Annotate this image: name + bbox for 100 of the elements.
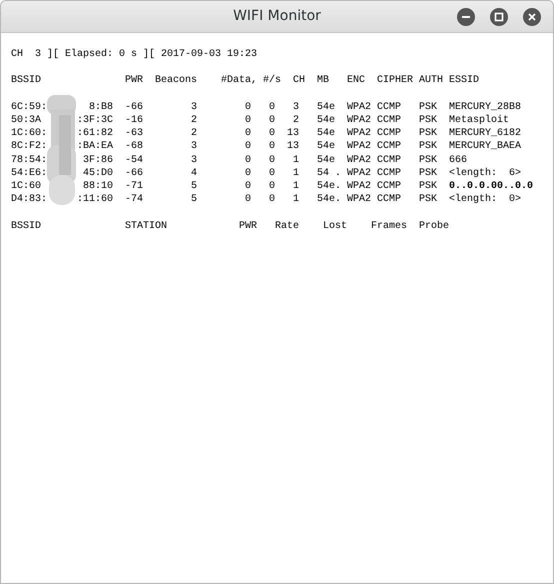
bssid-cell: :3F:3C (77, 114, 114, 128)
table-cell-text: -71 (125, 180, 144, 194)
table-cell-text: PSK (419, 154, 438, 167)
minimize-button[interactable] (457, 8, 475, 26)
table-cell-text: WPA2 (347, 127, 372, 140)
column-header: CH (293, 74, 306, 88)
table-cell-text: 0 (268, 193, 276, 206)
maximize-button[interactable] (490, 8, 508, 26)
table-cell-text: -66 (125, 166, 144, 180)
table-cell-text: WPA2 (347, 154, 372, 167)
table-cell-text: MERCURY_6182 (449, 127, 522, 140)
table-cell-text: CCMP (377, 140, 402, 154)
bssid-cell: 88:10 (83, 180, 114, 194)
table-cell-text: 0 (268, 100, 276, 114)
table-cell-text: 54e (316, 140, 336, 154)
table-cell-text: 0 (244, 114, 252, 128)
table-cell-text: 5 (190, 193, 198, 206)
table-cell-text: 1 (292, 180, 300, 194)
table-cell-text: 54e. (316, 180, 342, 194)
column-header: Lost (323, 220, 348, 233)
table-cell-text: 3 (190, 100, 198, 114)
column-header: Probe (419, 220, 450, 233)
column-header: Frames (371, 220, 408, 233)
table-cell-text: CCMP (377, 180, 402, 194)
table-cell-text: 0 (244, 100, 252, 114)
column-header: #/s (263, 74, 282, 88)
table-cell-text: -63 (125, 127, 144, 140)
table-cell-text: WPA2 (347, 193, 372, 206)
table-cell-text: PSK (419, 180, 438, 194)
table-cell-text: PSK (419, 100, 438, 114)
table-cell-text: 1 (292, 154, 300, 167)
close-button[interactable] (523, 8, 541, 26)
bssid-cell: 50:3A (11, 114, 42, 128)
bssid-cell: 8:B8 (89, 100, 114, 114)
table-cell-text: 0 (244, 180, 252, 194)
table-cell-text: CCMP (377, 127, 402, 140)
bssid-cell: D4:83: (11, 193, 48, 206)
table-cell-text: <length: 6> (449, 166, 522, 180)
column-header: Rate (275, 220, 300, 233)
table-cell-text: WPA2 (347, 114, 372, 128)
table-cell-text: CCMP (377, 154, 402, 167)
bssid-cell: 45:D0 (83, 166, 114, 180)
table-cell-text: 54 . (316, 166, 342, 180)
table-cell-text: 1 (292, 193, 300, 206)
bssid-cell: 54:E6: (11, 166, 48, 180)
table-cell-text: 3 (190, 140, 198, 154)
table-cell-text: WPA2 (347, 166, 372, 180)
table-cell-text: Metasploit (449, 114, 510, 128)
status-line: CH 3 ][ Elapsed: 0 s ][ 2017-09-03 19:23 (11, 48, 258, 62)
table-cell-text: WPA2 (347, 100, 372, 114)
column-header: #Data, (221, 74, 258, 88)
bssid-cell: 1C:60 (11, 180, 42, 194)
table-cell-text: 2 (190, 114, 198, 128)
column-header: Beacons (155, 74, 198, 88)
table-cell-text: 2 (190, 127, 198, 140)
table-cell-text: MERCURY_28B8 (449, 100, 522, 114)
bssid-cell: :61:82 (77, 127, 114, 140)
table-cell-text: WPA2 (347, 140, 372, 154)
bssid-cell: 8C:F2: (11, 140, 48, 154)
bssid-cell: :11:60 (77, 193, 114, 206)
table-cell-text: 0 (268, 140, 276, 154)
bssid-cell: 78:54: (11, 154, 48, 167)
table-cell-text: 0 (268, 127, 276, 140)
table-cell-text: -74 (125, 193, 144, 206)
bssid-cell: 1C:60: (11, 127, 48, 140)
table-cell-text: 13 (286, 140, 300, 154)
column-header: BSSID (11, 220, 42, 233)
column-header: MB (317, 74, 330, 88)
table-cell-text: 54e (316, 154, 336, 167)
table-cell-text: 0 (244, 166, 252, 180)
column-header: STATION (125, 220, 168, 233)
table-cell-text: 3 (292, 100, 300, 114)
table-cell-text: 54e. (316, 193, 342, 206)
table-cell-text: -16 (125, 114, 144, 128)
bssid-cell: 3F:86 (83, 154, 114, 167)
table-cell-text: WPA2 (347, 180, 372, 194)
table-cell-text: 0 (244, 193, 252, 206)
table-cell-text: 54e (316, 114, 336, 128)
table-cell-text: 0 (268, 154, 276, 167)
table-cell-text: PSK (419, 140, 438, 154)
table-cell-text: 0 (268, 180, 276, 194)
table-cell-text: CCMP (377, 166, 402, 180)
bssid-cell: 6C:59: (11, 100, 48, 114)
column-header: ENC (347, 74, 366, 88)
table-cell-text: -68 (125, 140, 144, 154)
table-cell-text: 13 (286, 127, 300, 140)
table-cell-text: MERCURY_BAEA (449, 140, 522, 154)
table-cell-text: 0 (244, 154, 252, 167)
table-cell-text: CCMP (377, 193, 402, 206)
window-title: WIFI Monitor (233, 7, 321, 26)
column-header: PWR (125, 74, 144, 88)
table-cell-text: 1 (292, 166, 300, 180)
table-cell-text: -54 (125, 154, 144, 167)
table-cell-text: PSK (419, 166, 438, 180)
column-header: PWR (239, 220, 258, 233)
table-cell-text: 666 (449, 154, 468, 167)
table-cell-text: 2 (292, 114, 300, 128)
table-cell-text: 5 (190, 180, 198, 194)
table-cell-text: 4 (190, 166, 198, 180)
bssid-cell: :BA:EA (77, 140, 114, 154)
